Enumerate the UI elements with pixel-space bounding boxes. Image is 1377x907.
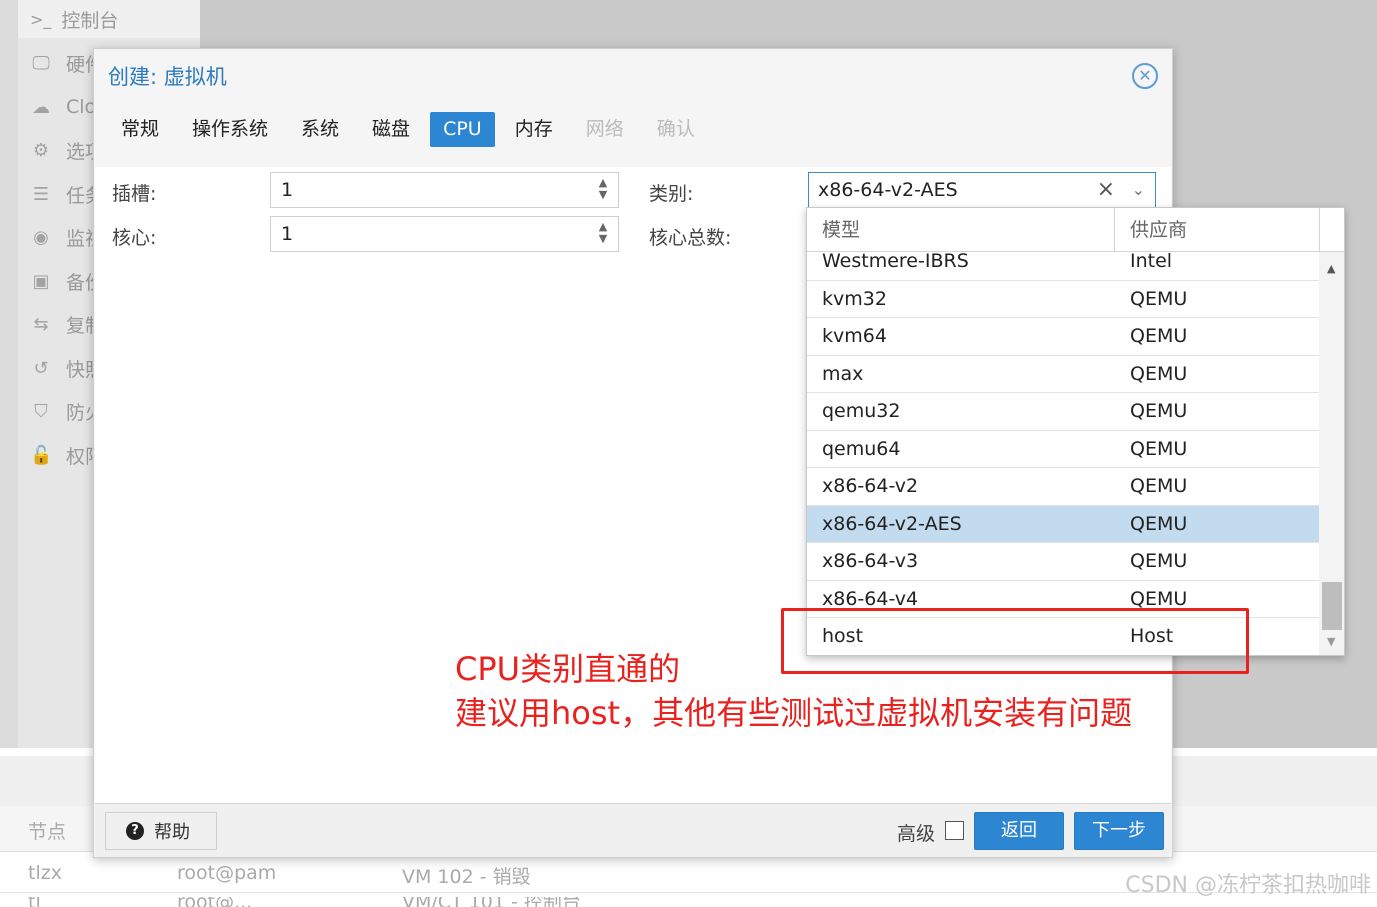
log-cell-user-2: root@... — [177, 897, 252, 907]
annotation-line2: 建议用host，其他有些测试过虚拟机安装有问题 — [455, 694, 1133, 732]
cpu-type-row[interactable]: qemu64 QEMU — [807, 431, 1319, 468]
cpu-vendor-cell: QEMU — [1130, 475, 1188, 497]
history-icon: ↺ — [33, 357, 49, 379]
dialog-title: 创建: 虚拟机 — [108, 65, 227, 89]
tab-2[interactable]: 系统 — [288, 112, 352, 147]
cpu-vendor-cell: QEMU — [1130, 362, 1188, 385]
log-cell-desc-2: VM/CT 101 - 控制台 — [402, 897, 581, 907]
column-header-vendor[interactable]: 供应商 — [1115, 208, 1319, 252]
sockets-field[interactable]: 1 ▲ ▼ — [270, 172, 619, 208]
column-header-model[interactable]: 模型 — [807, 208, 1115, 252]
cpu-model-cell: Westmere-IBRS — [822, 252, 969, 272]
question-icon: ? — [126, 822, 144, 840]
cpu-vendor-cell: QEMU — [1130, 437, 1188, 460]
advanced-checkbox[interactable] — [945, 821, 964, 840]
cpu-type-row[interactable]: x86-64-v3 QEMU — [807, 543, 1319, 581]
chevron-down-icon[interactable]: ⌄ — [1132, 173, 1145, 207]
list-icon: ☰ — [32, 183, 50, 205]
cpu-model-cell: kvm64 — [822, 325, 887, 347]
cpu-type-value: x86-64-v2-AES — [818, 179, 958, 201]
cpu-type-dropdown: 模型 供应商 Westmere-IBRS Intel kvm32 QEMU kvm64 Q… — [806, 207, 1345, 656]
log-cell-user: root@pam — [177, 862, 277, 884]
scroll-thumb[interactable] — [1322, 582, 1342, 630]
cpu-vendor-cell: QEMU — [1130, 287, 1188, 310]
spinner-icon[interactable]: ▲ ▼ — [596, 177, 610, 203]
cpu-vendor-cell: QEMU — [1130, 325, 1188, 347]
sockets-label: 插槽: — [112, 183, 157, 205]
gear-icon: ⚙ — [32, 139, 50, 161]
cpu-model-cell: kvm32 — [822, 287, 887, 310]
cpu-model-cell: qemu64 — [822, 437, 901, 460]
sidebar-item[interactable]: ☁ Clo — [30, 92, 96, 122]
cpu-vendor-cell: QEMU — [1130, 512, 1188, 535]
cpu-vendor-cell: QEMU — [1130, 400, 1188, 422]
annotation-line1: CPU类别直通的 — [455, 650, 681, 688]
retweet-icon: ⇆ — [33, 313, 49, 335]
tab-3[interactable]: 磁盘 — [359, 112, 423, 147]
cpu-model-cell: x86-64-v2 — [822, 475, 919, 497]
grid-header: 模型 供应商 — [807, 208, 1319, 252]
unlock-icon: 🔓 — [30, 444, 53, 466]
save-icon: ▣ — [32, 270, 50, 292]
log-cell-node: tlzx — [28, 862, 62, 884]
next-button[interactable]: 下一步 — [1074, 812, 1164, 850]
monitor-icon: 🖵 — [32, 52, 50, 74]
advanced-label: 高级 — [897, 823, 936, 845]
sidebar-item-console[interactable]: >_ 控制台 — [18, 0, 200, 38]
cpu-type-row[interactable]: x86-64-v2 QEMU — [807, 468, 1319, 506]
cpu-vendor-cell: QEMU — [1130, 550, 1188, 572]
spinner-icon[interactable]: ▲ ▼ — [596, 221, 610, 247]
clear-icon[interactable]: × — [1097, 173, 1115, 207]
log-cell-node-2: tl — [28, 897, 41, 907]
back-button[interactable]: 返回 — [974, 812, 1064, 850]
tab-4[interactable]: CPU — [430, 112, 495, 147]
sidebar-item-label: 控制台 — [61, 9, 119, 32]
eye-icon: ◉ — [33, 226, 49, 248]
tab-0[interactable]: 常规 — [108, 112, 172, 147]
help-button[interactable]: ? 帮助 — [105, 812, 217, 850]
cores-label: 核心: — [112, 227, 157, 249]
tab-1[interactable]: 操作系统 — [179, 112, 281, 147]
scroll-down-icon[interactable]: ▼ — [1327, 635, 1335, 648]
scroll-up-icon[interactable]: ▲ — [1327, 262, 1335, 275]
cpu-model-cell: qemu32 — [822, 400, 901, 422]
sockets-value: 1 — [281, 179, 294, 201]
grid-rows: Westmere-IBRS Intel kvm32 QEMU kvm64 QEMU max Q… — [807, 252, 1319, 655]
wizard-tabs: 常规 操作系统 系统 磁盘 CPU 内存 网络 确认 — [108, 112, 715, 147]
tab-6: 网络 — [585, 118, 624, 140]
cpu-type-row[interactable]: x86-64-v2-AES QEMU — [807, 505, 1319, 543]
cpu-type-combobox[interactable]: x86-64-v2-AES × ⌄ — [808, 172, 1156, 208]
cpu-model-cell: max — [822, 362, 864, 385]
type-label: 类别: — [649, 183, 694, 205]
watermark: CSDN @冻柠茶扣热咖啡 — [1125, 873, 1371, 898]
cpu-type-row[interactable]: kvm64 QEMU — [807, 318, 1319, 356]
cpu-type-row[interactable]: kvm32 QEMU — [807, 281, 1319, 318]
close-circle-icon[interactable]: ✕ — [1132, 63, 1158, 89]
tab-5[interactable]: 内存 — [502, 112, 566, 147]
tab-7: 确认 — [656, 118, 695, 140]
shield-icon: ⛉ — [34, 400, 48, 422]
dialog-footer: ? 帮助 高级 返回 下一步 — [95, 803, 1171, 857]
cpu-vendor-cell: Intel — [1130, 252, 1173, 272]
highlight-box — [781, 608, 1249, 674]
cpu-type-row[interactable]: qemu32 QEMU — [807, 393, 1319, 431]
cloud-icon: ☁ — [32, 96, 50, 118]
cpu-type-row[interactable]: max QEMU — [807, 356, 1319, 393]
total-cores-label: 核心总数: — [649, 227, 732, 249]
sidebar-item-label: Clo — [66, 96, 97, 118]
cpu-type-row[interactable]: Westmere-IBRS Intel — [807, 252, 1319, 281]
cpu-model-cell: x86-64-v2-AES — [822, 512, 962, 535]
cores-value: 1 — [281, 223, 294, 245]
log-header-node: 节点 — [28, 821, 67, 843]
log-cell-desc: VM 102 - 销毁 — [402, 866, 531, 888]
vertical-scrollbar[interactable]: ▲ ▼ — [1319, 252, 1344, 655]
cores-field[interactable]: 1 ▲ ▼ — [270, 216, 619, 252]
cpu-model-cell: x86-64-v3 — [822, 550, 919, 572]
terminal-icon: >_ — [30, 9, 52, 29]
help-label: 帮助 — [154, 822, 190, 843]
